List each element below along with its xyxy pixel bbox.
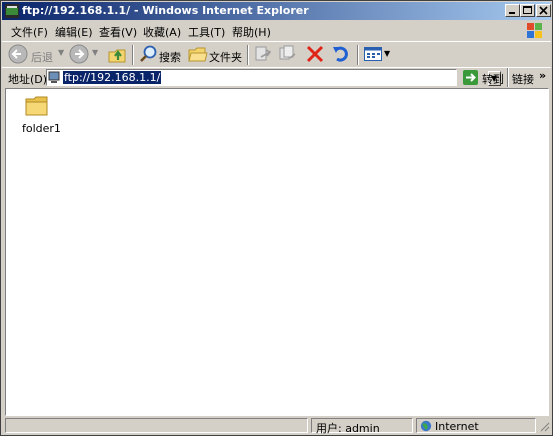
menu-edit[interactable]: 编辑(E)	[55, 24, 93, 40]
folders-icon	[188, 47, 208, 62]
window-title: ftp://192.168.1.1/ - Windows Internet Ex…	[22, 4, 309, 17]
views-button[interactable]: ▼	[362, 43, 392, 65]
folder-name: folder1	[22, 122, 61, 135]
folders-button[interactable]: 文件夹	[187, 43, 243, 65]
folder-icon	[25, 96, 48, 116]
forward-dropdown-icon[interactable]: ▼	[92, 48, 98, 57]
folder-item[interactable]: folder1	[16, 95, 61, 135]
status-user-pane: 用户: admin	[311, 418, 413, 435]
ftp-folder-view: folder1	[5, 88, 549, 416]
status-user: 用户: admin	[316, 422, 380, 435]
search-button[interactable]: 搜索	[137, 43, 183, 65]
resize-grip-icon[interactable]	[538, 420, 550, 432]
links-chevron-icon[interactable]: »	[539, 69, 546, 82]
menu-tools[interactable]: 工具(T)	[188, 24, 225, 40]
status-zone-pane: Internet	[416, 418, 536, 433]
address-label: 地址(D)	[8, 73, 48, 86]
views-icon	[364, 47, 382, 61]
forward-arrow-icon	[69, 44, 89, 64]
links-button[interactable]: 链接	[512, 71, 534, 87]
address-url: ftp://192.168.1.1/	[63, 71, 162, 84]
maximize-button[interactable]	[520, 4, 535, 17]
menu-file[interactable]: 文件(F)	[11, 24, 48, 40]
internet-globe-icon	[420, 420, 432, 432]
folders-label: 文件夹	[209, 51, 242, 64]
maximize-icon	[523, 6, 532, 14]
undo-icon	[333, 46, 348, 62]
back-label: 后退	[31, 51, 53, 64]
address-bar: 地址(D) ftp://192.168.1.1/ ▼ 转到 链接 »	[2, 67, 551, 88]
menu-help[interactable]: 帮助(H)	[232, 24, 271, 40]
search-icon	[140, 45, 157, 62]
go-arrow-icon	[463, 70, 478, 85]
title-bar[interactable]: ftp://192.168.1.1/ - Windows Internet Ex…	[2, 2, 551, 20]
up-button[interactable]	[106, 43, 128, 65]
menu-view[interactable]: 查看(V)	[99, 24, 137, 40]
address-input[interactable]: ftp://192.168.1.1/ ▼	[46, 69, 501, 86]
undo-button[interactable]	[330, 43, 352, 65]
status-main-pane	[5, 418, 308, 433]
copy-to-icon	[279, 45, 296, 60]
menu-bar: 文件(F) 编辑(E) 查看(V) 收藏(A) 工具(T) 帮助(H)	[2, 21, 551, 41]
ftp-site-icon	[48, 71, 60, 83]
forward-button[interactable]	[68, 43, 90, 65]
views-dropdown-icon: ▼	[384, 49, 391, 58]
windows-logo-icon	[527, 23, 542, 38]
status-zone: Internet	[435, 420, 479, 433]
search-label: 搜索	[159, 51, 181, 64]
ie-window: ftp://192.168.1.1/ - Windows Internet Ex…	[0, 0, 553, 436]
menu-favorites[interactable]: 收藏(A)	[143, 24, 181, 40]
copy-to-button[interactable]	[277, 43, 299, 65]
ie-app-icon	[5, 4, 19, 18]
status-bar: 用户: admin Internet	[2, 417, 551, 435]
folder-up-icon	[108, 49, 126, 63]
close-button[interactable]	[536, 4, 551, 17]
standard-toolbar: 后退 ▼ ▼ 搜索 文件夹 ▼	[2, 41, 551, 68]
close-icon	[539, 6, 548, 15]
delete-x-icon	[306, 45, 324, 63]
back-arrow-icon	[8, 44, 28, 64]
back-dropdown-icon[interactable]: ▼	[58, 48, 64, 57]
delete-button[interactable]	[304, 43, 326, 65]
go-button[interactable]: 转到	[462, 69, 506, 86]
minimize-icon	[509, 12, 515, 14]
go-label: 转到	[482, 73, 504, 86]
move-to-button[interactable]	[252, 43, 274, 65]
back-button[interactable]: 后退	[6, 43, 64, 65]
minimize-button[interactable]	[505, 4, 520, 17]
move-to-icon	[255, 46, 272, 61]
